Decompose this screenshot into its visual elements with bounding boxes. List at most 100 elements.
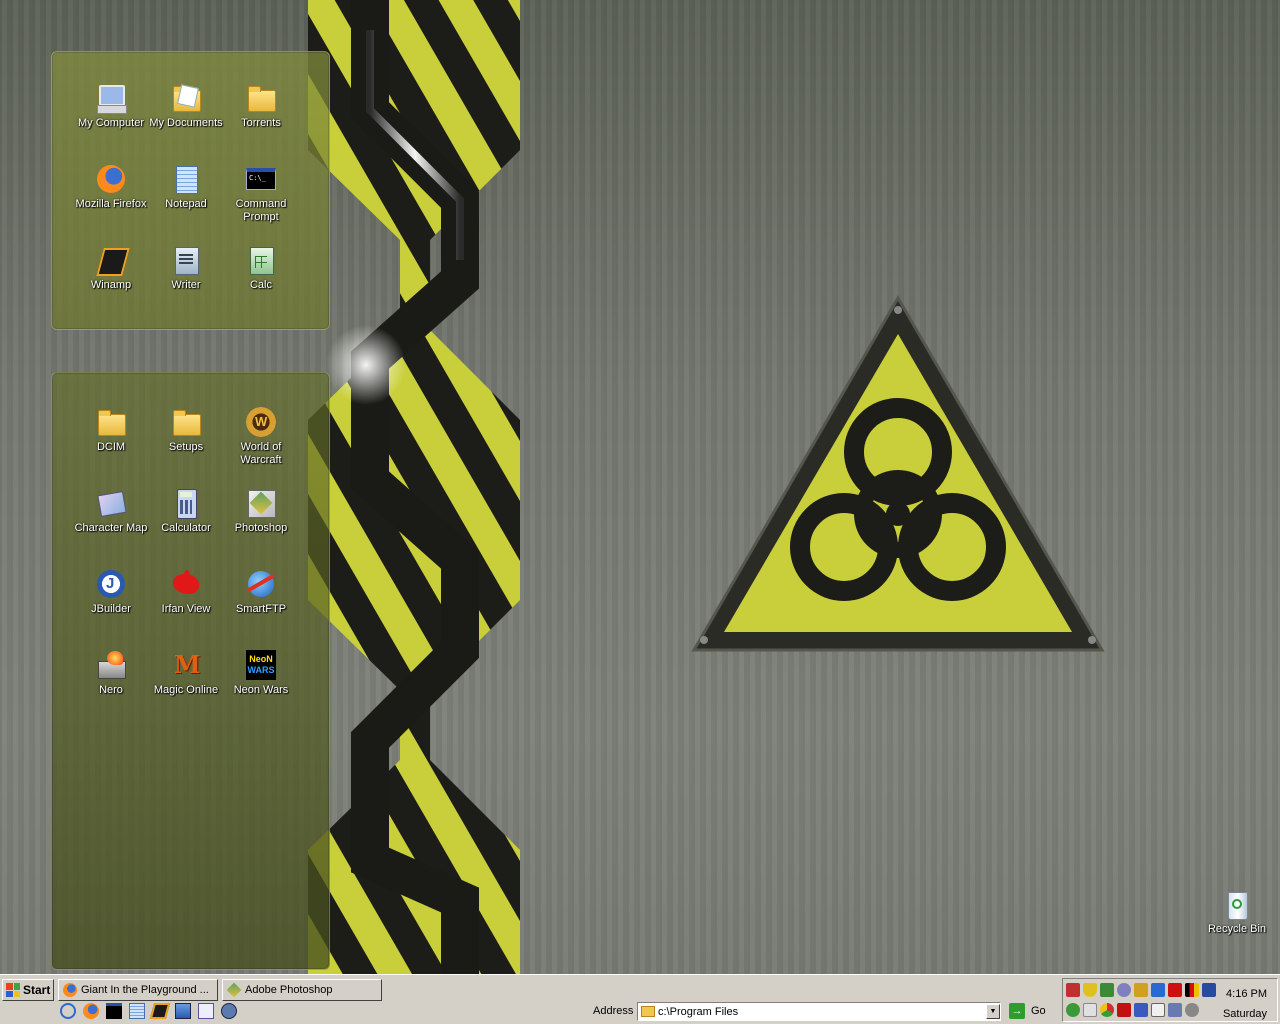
- irfanview-icon: [170, 568, 202, 600]
- firefox-icon: [95, 163, 127, 195]
- internet-explorer-icon[interactable]: [60, 1003, 76, 1019]
- display-icon[interactable]: [1151, 983, 1165, 997]
- icon-label: Irfan View: [161, 603, 211, 615]
- tray-tool-icon[interactable]: [1134, 983, 1148, 997]
- icon-label: World of Warcraft: [240, 441, 282, 466]
- winamp-icon[interactable]: [149, 1003, 171, 1019]
- folder-icon: [245, 82, 277, 114]
- icon-label: Mozilla Firefox: [75, 198, 147, 210]
- quick-launch-bar: [60, 1003, 237, 1021]
- volume-icon[interactable]: [1117, 983, 1131, 997]
- desktop-icon-photoshop[interactable]: Photoshop: [223, 487, 299, 535]
- smartftp-icon: [245, 568, 277, 600]
- firefox-icon: [63, 983, 77, 997]
- icon-label: JBuilder: [91, 603, 131, 615]
- desktop-icon-calculator[interactable]: Calculator: [148, 487, 224, 535]
- icon-label: Calculator: [161, 522, 211, 534]
- nero-icon: [95, 649, 127, 681]
- flash-icon[interactable]: [1117, 1003, 1131, 1017]
- update-icon[interactable]: [1066, 1003, 1080, 1017]
- desktop-icon-notepad[interactable]: Notepad: [148, 163, 224, 211]
- desktop-icon-calc[interactable]: Calc: [223, 244, 299, 292]
- calc-icon: [245, 244, 277, 276]
- ati-icon[interactable]: [1168, 983, 1182, 997]
- clock-day: Saturday: [1222, 1008, 1267, 1020]
- clock-time[interactable]: 4:16 PM: [1226, 988, 1267, 1000]
- desktop-icon-world-of-warcraft[interactable]: W World of Warcraft: [223, 406, 299, 467]
- desktop-icon-mozilla-firefox[interactable]: Mozilla Firefox: [73, 163, 149, 211]
- neon-wars-icon: NeoN WARS: [245, 649, 277, 681]
- start-button[interactable]: Start: [2, 979, 54, 1001]
- notepad-icon: [170, 163, 202, 195]
- photoshop-icon: [226, 982, 242, 998]
- shield-icon[interactable]: [1083, 983, 1097, 997]
- icon-label: Magic Online: [153, 684, 219, 696]
- task-label: Adobe Photoshop: [245, 984, 333, 996]
- taskbar-button-photoshop[interactable]: Adobe Photoshop: [222, 979, 382, 1001]
- windows-logo-icon: [6, 983, 20, 997]
- photoshop-icon: [245, 487, 277, 519]
- icon-label: Neon Wars: [233, 684, 289, 696]
- desktop-icon-character-map[interactable]: Character Map: [73, 487, 149, 535]
- folder-icon: [95, 406, 127, 438]
- tray-app-icon[interactable]: [1066, 983, 1080, 997]
- desktop-icon-command-prompt[interactable]: C:\_ Command Prompt: [223, 163, 299, 224]
- antivirus-icon[interactable]: [1083, 1003, 1097, 1017]
- address-label: Address: [593, 1005, 634, 1017]
- chevron-down-icon[interactable]: ▼: [986, 1004, 1000, 1019]
- calculator-icon: [170, 487, 202, 519]
- go-button[interactable]: → Go: [1009, 1003, 1046, 1019]
- taskbar: Start Giant In the Playground ... Adobe …: [0, 974, 1280, 1024]
- desktop-icon-winamp[interactable]: Winamp: [73, 244, 149, 292]
- documents-icon[interactable]: [198, 1003, 214, 1019]
- desktop-icon-nero[interactable]: Nero: [73, 649, 149, 697]
- notepad-icon[interactable]: [129, 1003, 145, 1019]
- desktop-icon-recycle-bin[interactable]: Recycle Bin: [1199, 888, 1275, 936]
- desktop-icon-my-computer[interactable]: My Computer: [73, 82, 149, 130]
- shield-icon[interactable]: [1134, 1003, 1148, 1017]
- messenger-icon[interactable]: [1202, 983, 1216, 997]
- command-prompt-icon[interactable]: [106, 1003, 122, 1019]
- chrome-icon[interactable]: [1100, 1003, 1114, 1017]
- icon-label: My Documents: [149, 117, 223, 129]
- desktop-icon-neon-wars[interactable]: NeoN WARS Neon Wars: [223, 649, 299, 697]
- desktop-icon-smartftp[interactable]: SmartFTP: [223, 568, 299, 616]
- taskbar-button-firefox[interactable]: Giant In the Playground ...: [58, 979, 218, 1001]
- icon-label: Recycle Bin: [1207, 923, 1267, 935]
- desktop-icon-torrents[interactable]: Torrents: [223, 82, 299, 130]
- icon-label: Notepad: [165, 198, 207, 210]
- firefox-icon[interactable]: [83, 1003, 99, 1019]
- desktop-icon-setups[interactable]: Setups: [148, 406, 224, 454]
- icon-label: Character Map: [74, 522, 148, 534]
- media-player-icon[interactable]: [221, 1003, 237, 1019]
- address-input[interactable]: c:\Program Files ▼: [637, 1002, 1001, 1021]
- address-value: c:\Program Files: [658, 1005, 739, 1018]
- icon-label: SmartFTP: [235, 603, 287, 615]
- desktop-icon-writer[interactable]: Writer: [148, 244, 224, 292]
- system-tray: 4:16 PM Saturday: [1062, 978, 1278, 1022]
- winamp-icon: [95, 244, 130, 276]
- show-desktop-icon[interactable]: [175, 1003, 191, 1019]
- mail-icon[interactable]: [1151, 1003, 1165, 1017]
- icon-label: Setups: [168, 441, 204, 453]
- biohazard-sign: [691, 295, 1105, 652]
- icon-label: Command Prompt: [235, 198, 287, 223]
- go-label: Go: [1031, 1005, 1046, 1017]
- desktop-icon-jbuilder[interactable]: J JBuilder: [73, 568, 149, 616]
- command-prompt-icon: C:\_: [245, 163, 277, 195]
- desktop-icon-irfan-view[interactable]: Irfan View: [148, 568, 224, 616]
- desktop-icon-my-documents[interactable]: My Documents: [148, 82, 224, 130]
- go-arrow-icon: →: [1009, 1003, 1025, 1019]
- character-map-icon: [95, 487, 127, 519]
- network-computers-icon[interactable]: [1168, 1003, 1182, 1017]
- speaker-icon[interactable]: [1185, 1003, 1199, 1017]
- hazard-stripe-decoration: [308, 0, 520, 974]
- icon-label: DCIM: [96, 441, 126, 453]
- desktop-icon-dcim[interactable]: DCIM: [73, 406, 149, 454]
- start-label: Start: [23, 983, 51, 997]
- icon-label: Nero: [99, 684, 123, 696]
- network-icon[interactable]: [1100, 983, 1114, 997]
- folder-icon: [170, 406, 202, 438]
- tray-flag-icon[interactable]: [1185, 983, 1199, 997]
- desktop-icon-magic-online[interactable]: M Magic Online: [148, 649, 224, 697]
